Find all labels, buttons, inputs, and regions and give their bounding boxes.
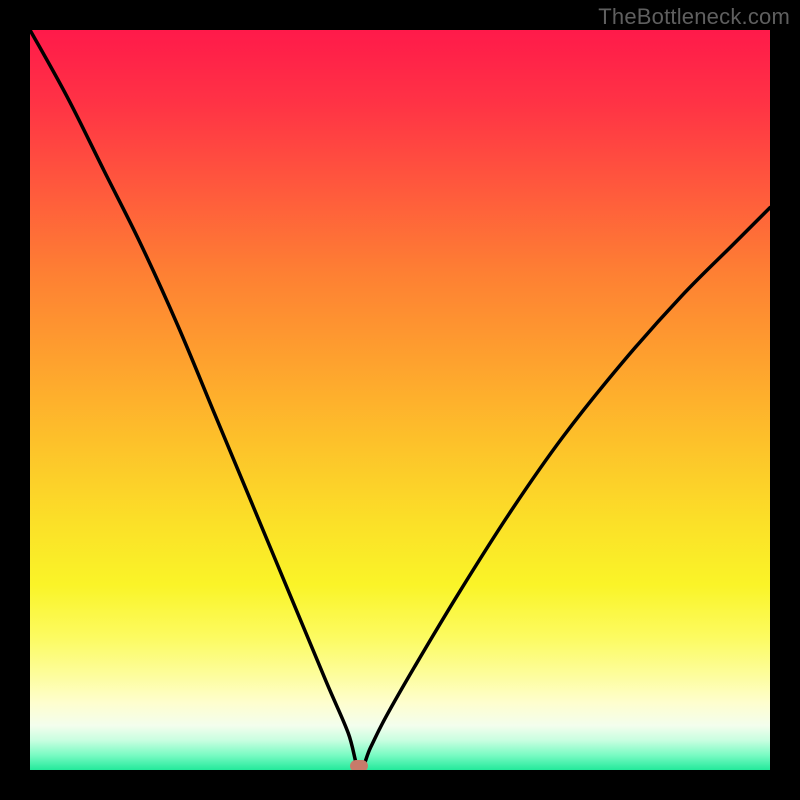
chart-frame: TheBottleneck.com — [0, 0, 800, 800]
plot-area — [30, 30, 770, 770]
optimum-marker — [350, 760, 368, 770]
bottleneck-curve — [30, 30, 770, 770]
watermark-text: TheBottleneck.com — [598, 4, 790, 30]
